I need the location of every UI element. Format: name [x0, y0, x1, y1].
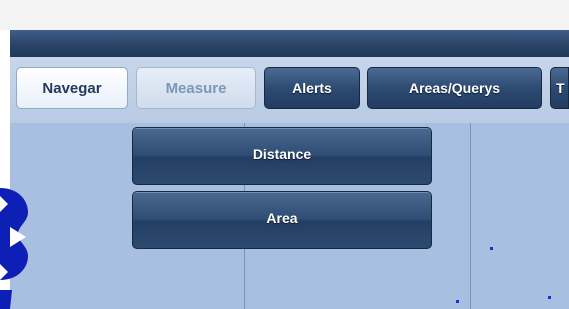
map-marker[interactable]: [548, 296, 551, 299]
tab-label: T: [556, 80, 565, 96]
tab-areas-querys[interactable]: Areas/Querys: [367, 67, 542, 109]
tab-toolbar: Navegar Measure Alerts Areas/Querys T: [10, 57, 569, 123]
tab-label: Measure: [165, 79, 227, 97]
pan-control[interactable]: [0, 182, 60, 309]
menu-item-label: Area: [266, 210, 298, 226]
tab-label: Areas/Querys: [408, 80, 501, 96]
measure-area-button[interactable]: Area: [132, 191, 432, 249]
window-top-strip: [0, 0, 569, 30]
app-header-bar: [10, 30, 569, 58]
tab-label: Navegar: [42, 79, 102, 97]
map-grid-line: [470, 123, 471, 309]
tab-measure[interactable]: Measure: [136, 67, 256, 109]
tab-partial[interactable]: T: [550, 67, 569, 109]
measure-distance-button[interactable]: Distance: [132, 127, 432, 185]
tab-label: Alerts: [292, 80, 332, 96]
pan-ring-tail: [0, 290, 12, 309]
map-marker[interactable]: [490, 247, 493, 250]
menu-item-label: Distance: [252, 146, 312, 162]
map-marker[interactable]: [456, 300, 459, 303]
tab-alerts[interactable]: Alerts: [264, 67, 360, 109]
tab-navegar[interactable]: Navegar: [16, 67, 128, 109]
